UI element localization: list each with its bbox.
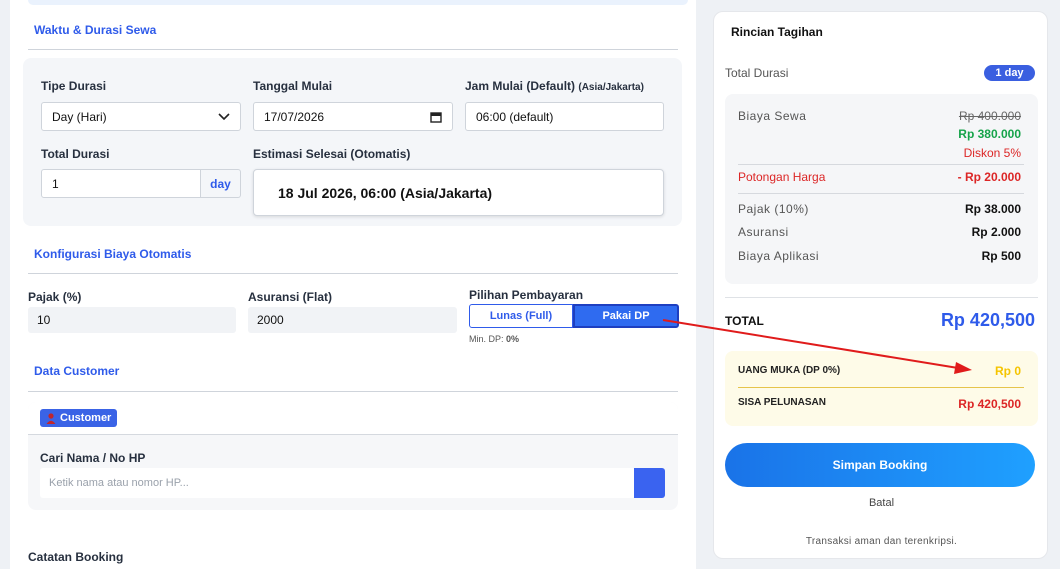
save-booking-button[interactable]: Simpan Booking: [725, 443, 1035, 487]
summary-title: Rincian Tagihan: [731, 25, 823, 39]
tipe-durasi-select[interactable]: Day (Hari): [41, 102, 241, 131]
biaya-sewa-original: Rp 400.000: [958, 109, 1021, 123]
tanggal-mulai-label: Tanggal Mulai: [253, 79, 333, 93]
uang-muka-value: Rp 0: [994, 364, 1021, 378]
secure-text: Transaksi aman dan terenkripsi.: [805, 536, 958, 547]
potongan-value: - Rp 20.000: [957, 170, 1021, 184]
pajak-input[interactable]: 10: [28, 307, 236, 333]
min-dp-text: Min. DP: 0%: [469, 334, 519, 344]
sisa-value: Rp 420,500: [958, 397, 1021, 411]
pajak-value: Rp 38.000: [964, 202, 1021, 216]
asuransi-input[interactable]: 2000: [248, 307, 457, 333]
section-title-biaya: Konfigurasi Biaya Otomatis: [34, 247, 192, 261]
customer-search-button[interactable]: [634, 468, 665, 498]
tipe-durasi-label: Tipe Durasi: [41, 79, 107, 93]
jam-mulai-value: 06:00 (default): [476, 109, 554, 124]
divider: [738, 164, 1024, 165]
divider: [28, 273, 678, 274]
asuransi-label: Asuransi (Flat): [248, 290, 333, 304]
estimasi-label: Estimasi Selesai (Otomatis): [253, 147, 411, 161]
min-dp-prefix: Min. DP:: [469, 334, 507, 344]
calendar-icon[interactable]: [430, 111, 442, 123]
jam-mulai-input[interactable]: 06:00 (default): [465, 102, 664, 131]
estimasi-value: 18 Jul 2026, 06:00 (Asia/Jakarta): [253, 169, 664, 216]
potongan-label: Potongan Harga: [738, 170, 826, 184]
total-label: TOTAL: [725, 314, 764, 328]
search-label: Cari Nama / No HP: [40, 451, 146, 465]
pembayaran-label: Pilihan Pembayaran: [469, 288, 584, 302]
option-pakai-dp[interactable]: Pakai DP: [573, 304, 679, 328]
uang-muka-label: UANG MUKA (DP 0%): [738, 365, 841, 376]
summary-card: Rincian Tagihan Total Durasi 1 day Biaya…: [713, 11, 1048, 559]
jam-mulai-tz: (Asia/Jakarta): [578, 82, 644, 93]
total-durasi-input[interactable]: 1: [41, 169, 201, 198]
total-durasi-value: 1: [52, 176, 59, 191]
divider: [28, 49, 678, 50]
aplikasi-label: Biaya Aplikasi: [738, 249, 820, 263]
divider: [738, 193, 1024, 194]
total-durasi-badge: 1 day: [984, 65, 1035, 81]
customer-badge: Customer: [40, 409, 118, 427]
tanggal-mulai-value: 17/07/2026: [264, 109, 325, 124]
section-title-waktu: Waktu & Durasi Sewa: [34, 23, 157, 37]
sisa-label: SISA PELUNASAN: [738, 397, 826, 408]
total-durasi-label: Total Durasi: [725, 66, 789, 80]
top-strip: [28, 0, 688, 5]
min-dp-value: 0%: [506, 334, 520, 344]
asuransi-label: Asuransi: [738, 225, 789, 239]
customer-badge-text: Customer: [60, 412, 112, 424]
divider: [738, 387, 1024, 388]
asuransi-value: Rp 2.000: [971, 225, 1021, 239]
tanggal-mulai-input[interactable]: 17/07/2026: [253, 102, 453, 131]
dp-panel: [725, 351, 1038, 426]
cancel-link[interactable]: Batal: [714, 497, 1049, 509]
customer-search-input[interactable]: Ketik nama atau nomor HP...: [40, 468, 635, 498]
pajak-label: Pajak (10%): [738, 202, 809, 216]
divider: [28, 391, 678, 392]
user-icon: [46, 412, 56, 424]
pembayaran-toggle: Lunas (Full) Pakai DP: [469, 304, 679, 328]
pajak-label: Pajak (%): [28, 290, 82, 304]
total-value: Rp 420,500: [940, 310, 1035, 330]
total-durasi-label: Total Durasi: [41, 147, 110, 161]
catatan-label: Catatan Booking: [28, 550, 124, 564]
total-durasi-unit: day: [201, 169, 241, 198]
tipe-durasi-value: Day (Hari): [52, 109, 107, 124]
jam-mulai-label-text: Jam Mulai (Default): [465, 79, 576, 93]
biaya-sewa-label: Biaya Sewa: [738, 109, 807, 123]
divider: [725, 297, 1038, 298]
section-title-customer: Data Customer: [34, 364, 120, 378]
jam-mulai-label: Jam Mulai (Default) (Asia/Jakarta): [465, 79, 644, 93]
biaya-sewa-discounted: Rp 380.000: [958, 127, 1021, 141]
customer-header: [28, 402, 678, 435]
chevron-down-icon: [218, 112, 230, 120]
aplikasi-value: Rp 500: [981, 249, 1021, 263]
booking-form: Waktu & Durasi Sewa Tipe Durasi Day (Har…: [10, 0, 696, 569]
diskon-text: Diskon 5%: [963, 146, 1021, 160]
option-lunas-full[interactable]: Lunas (Full): [469, 304, 573, 328]
